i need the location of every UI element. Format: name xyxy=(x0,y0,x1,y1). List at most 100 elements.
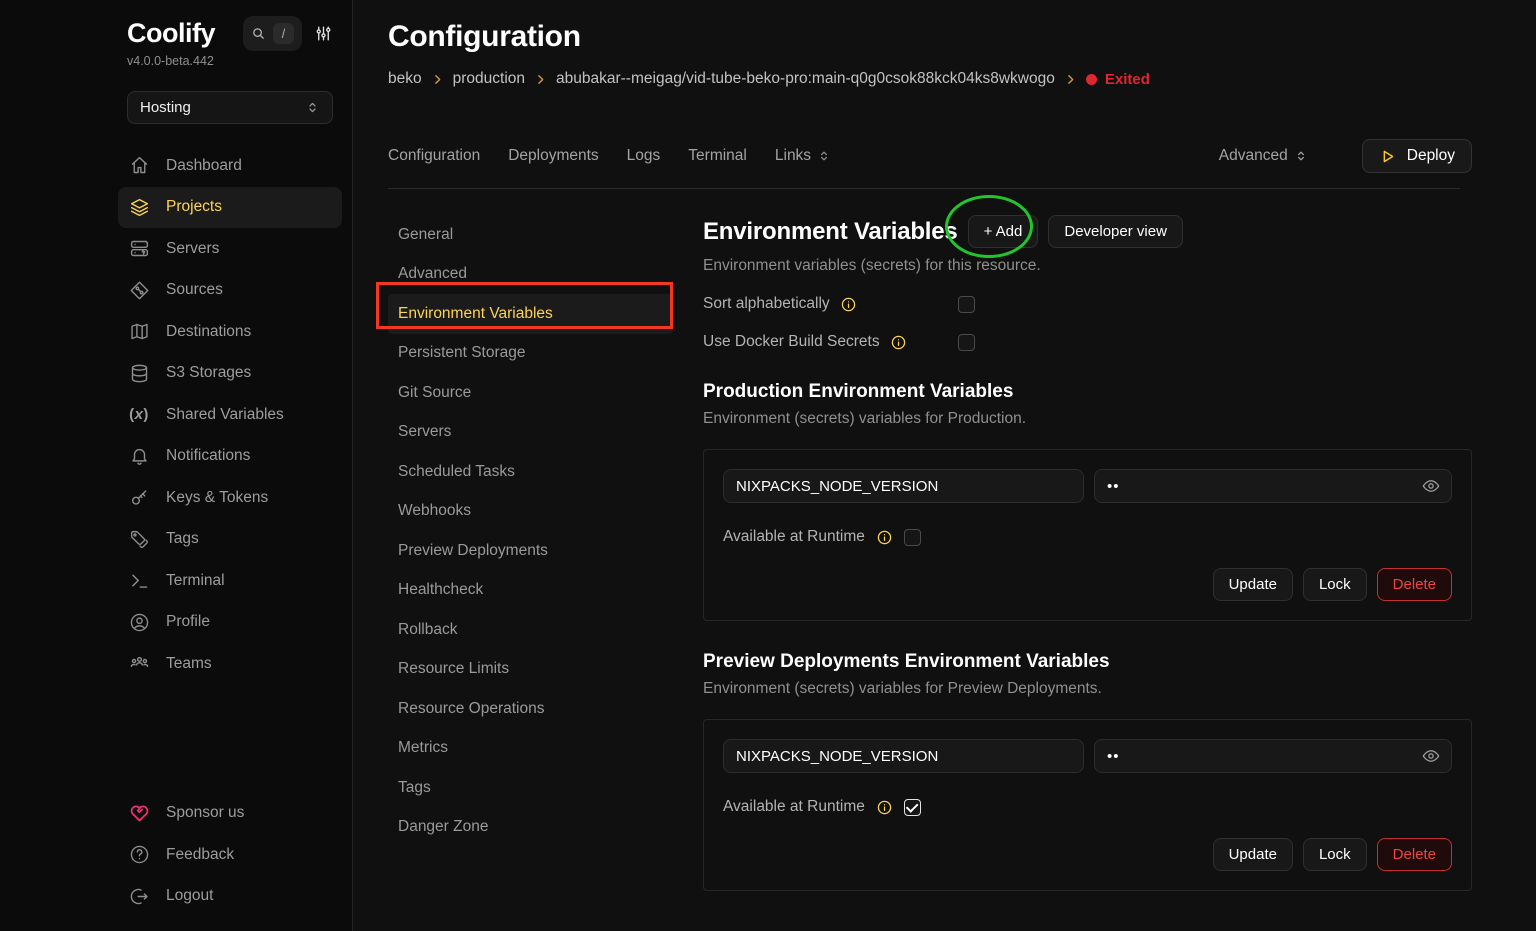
tab-logs[interactable]: Logs xyxy=(627,147,661,165)
tab-terminal[interactable]: Terminal xyxy=(688,147,747,165)
settings-nav-metrics[interactable]: Metrics xyxy=(388,729,673,769)
sidebar-item-teams[interactable]: Teams xyxy=(118,643,342,685)
production-section-subtitle: Environment (secrets) variables for Prod… xyxy=(703,410,1472,428)
production-env-var-card: Available at Runtime Update Lock Delete xyxy=(703,449,1472,621)
database-icon xyxy=(128,362,150,384)
settings-nav-danger-zone[interactable]: Danger Zone xyxy=(388,808,673,848)
sidebar-item-label: Feedback xyxy=(166,846,234,864)
resource-tabs: Configuration Deployments Logs Terminal … xyxy=(388,143,1472,169)
chevron-up-down-icon xyxy=(1294,149,1308,163)
sidebar-item-label: Projects xyxy=(166,198,222,216)
users-group-icon xyxy=(128,653,150,675)
tab-divider xyxy=(388,188,1460,189)
add-variable-button[interactable]: + Add xyxy=(968,215,1039,248)
breadcrumb-project[interactable]: beko xyxy=(388,70,422,88)
sidebar: Coolify / v4.0.0-beta.442 Hosting Dashbo… xyxy=(0,0,353,931)
settings-nav-webhooks[interactable]: Webhooks xyxy=(388,492,673,532)
panel-subtitle: Environment variables (secrets) for this… xyxy=(703,257,1472,275)
sidebar-item-label: Logout xyxy=(166,887,213,905)
tab-deployments[interactable]: Deployments xyxy=(508,147,598,165)
info-icon[interactable] xyxy=(890,334,907,351)
sort-alphabetically-checkbox[interactable] xyxy=(958,296,975,313)
sidebar-nav: Dashboard Projects Servers Sources Desti… xyxy=(127,145,333,685)
tab-configuration[interactable]: Configuration xyxy=(388,147,480,165)
sidebar-item-shared-variables[interactable]: (x) Shared Variables xyxy=(118,394,342,436)
status-label: Exited xyxy=(1105,71,1150,88)
sidebar-header: Coolify / xyxy=(127,16,333,51)
sidebar-item-feedback[interactable]: Feedback xyxy=(118,834,342,876)
eye-icon[interactable] xyxy=(1421,746,1441,766)
sidebar-item-keys-tokens[interactable]: Keys & Tokens xyxy=(118,477,342,519)
settings-nav-git-source[interactable]: Git Source xyxy=(388,373,673,413)
sidebar-item-terminal[interactable]: Terminal xyxy=(118,560,342,602)
available-at-runtime-row: Available at Runtime xyxy=(723,798,1452,816)
settings-nav-servers[interactable]: Servers xyxy=(388,413,673,453)
env-var-name-input[interactable] xyxy=(723,469,1084,503)
heart-handshake-icon xyxy=(128,802,150,824)
settings-nav-advanced[interactable]: Advanced xyxy=(388,255,673,295)
sidebar-item-sponsor[interactable]: Sponsor us xyxy=(118,793,342,835)
update-button[interactable]: Update xyxy=(1213,838,1293,871)
delete-button[interactable]: Delete xyxy=(1377,568,1452,601)
sort-alphabetically-label: Sort alphabetically xyxy=(703,295,830,313)
docker-build-secrets-checkbox[interactable] xyxy=(958,334,975,351)
sidebar-item-tags[interactable]: Tags xyxy=(118,519,342,561)
settings-nav-healthcheck[interactable]: Healthcheck xyxy=(388,571,673,611)
app-logo: Coolify xyxy=(127,18,215,49)
breadcrumb: beko production abubakar--meigag/vid-tub… xyxy=(388,70,1472,88)
app-version: v4.0.0-beta.442 xyxy=(127,54,333,68)
sidebar-item-destinations[interactable]: Destinations xyxy=(118,311,342,353)
breadcrumb-resource[interactable]: abubakar--meigag/vid-tube-beko-pro:main-… xyxy=(556,70,1055,88)
breadcrumb-environment[interactable]: production xyxy=(453,70,525,88)
sidebar-item-logout[interactable]: Logout xyxy=(118,876,342,918)
sidebar-item-sources[interactable]: Sources xyxy=(118,270,342,312)
tab-links[interactable]: Links xyxy=(775,147,831,165)
search-button[interactable]: / xyxy=(243,16,302,51)
search-icon xyxy=(251,26,266,41)
info-icon[interactable] xyxy=(840,296,857,313)
env-var-value-input[interactable] xyxy=(1094,739,1452,773)
settings-nav-scheduled-tasks[interactable]: Scheduled Tasks xyxy=(388,452,673,492)
adjustments-icon[interactable] xyxy=(314,24,333,43)
settings-nav-preview-deployments[interactable]: Preview Deployments xyxy=(388,531,673,571)
sidebar-item-label: Keys & Tokens xyxy=(166,489,268,507)
env-var-value-input[interactable] xyxy=(1094,469,1452,503)
env-var-name-input[interactable] xyxy=(723,739,1084,773)
git-icon xyxy=(128,279,150,301)
parentheses-x-icon: (x) xyxy=(128,404,150,426)
status-dot-icon xyxy=(1086,74,1097,85)
sidebar-item-notifications[interactable]: Notifications xyxy=(118,436,342,478)
settings-nav-environment-variables[interactable]: Environment Variables xyxy=(388,294,673,334)
sidebar-item-servers[interactable]: Servers xyxy=(118,228,342,270)
advanced-dropdown-label: Advanced xyxy=(1219,147,1288,165)
sidebar-item-s3-storages[interactable]: S3 Storages xyxy=(118,353,342,395)
slash-key-badge: / xyxy=(273,23,294,44)
status-badge: Exited xyxy=(1086,71,1150,88)
available-at-runtime-checkbox[interactable] xyxy=(904,799,921,816)
settings-nav-general[interactable]: General xyxy=(388,215,673,255)
developer-view-button[interactable]: Developer view xyxy=(1048,215,1183,248)
update-button[interactable]: Update xyxy=(1213,568,1293,601)
settings-nav-rollback[interactable]: Rollback xyxy=(388,610,673,650)
delete-button[interactable]: Delete xyxy=(1377,838,1452,871)
advanced-dropdown[interactable]: Advanced xyxy=(1219,147,1308,165)
settings-nav-persistent-storage[interactable]: Persistent Storage xyxy=(388,334,673,374)
lock-button[interactable]: Lock xyxy=(1303,568,1367,601)
eye-icon[interactable] xyxy=(1421,476,1441,496)
info-icon[interactable] xyxy=(876,529,893,546)
sidebar-item-label: Notifications xyxy=(166,447,250,465)
settings-nav-resource-operations[interactable]: Resource Operations xyxy=(388,689,673,729)
info-icon[interactable] xyxy=(876,799,893,816)
settings-nav-tags[interactable]: Tags xyxy=(388,768,673,808)
sidebar-item-projects[interactable]: Projects xyxy=(118,187,342,229)
main-content: Configuration beko production abubakar--… xyxy=(353,0,1536,931)
available-at-runtime-checkbox[interactable] xyxy=(904,529,921,546)
sidebar-item-dashboard[interactable]: Dashboard xyxy=(118,145,342,187)
sidebar-item-profile[interactable]: Profile xyxy=(118,602,342,644)
settings-nav-resource-limits[interactable]: Resource Limits xyxy=(388,650,673,690)
deploy-button[interactable]: Deploy xyxy=(1362,139,1472,173)
workspace-select[interactable]: Hosting xyxy=(127,91,333,124)
preview-section-subtitle: Environment (secrets) variables for Prev… xyxy=(703,680,1472,698)
lock-button[interactable]: Lock xyxy=(1303,838,1367,871)
chevron-up-down-icon xyxy=(817,149,831,163)
